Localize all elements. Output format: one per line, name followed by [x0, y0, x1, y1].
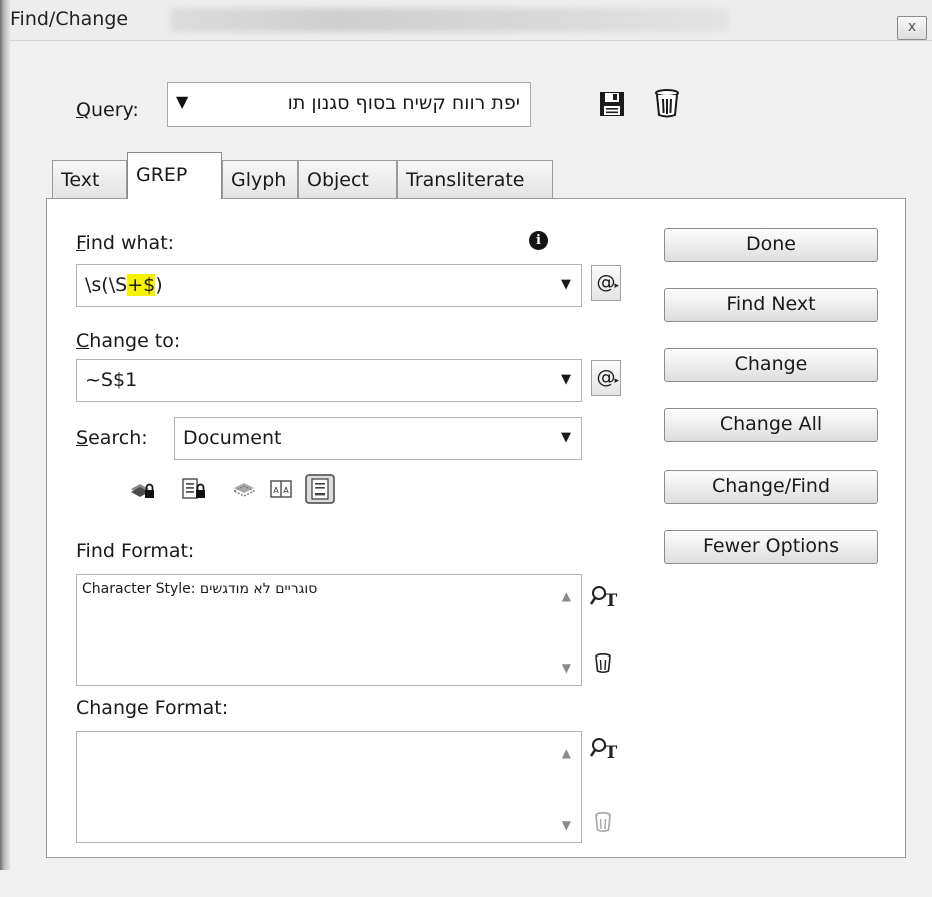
query-label-text: uery: [90, 99, 139, 121]
query-label-accel: Q [76, 99, 91, 121]
scroll-up-arrow[interactable]: ▲ [562, 746, 571, 760]
change-special-characters-button[interactable]: @ [591, 360, 621, 397]
find-what-label-text: ind what: [85, 232, 175, 254]
change-button[interactable]: Change [664, 348, 878, 382]
change-to-label: Change to: [76, 330, 180, 352]
delete-query-icon[interactable] [654, 88, 680, 118]
specify-change-format-icon[interactable]: T [590, 736, 620, 762]
chevron-down-icon[interactable]: ▼ [561, 277, 571, 292]
chevron-down-icon[interactable]: ▼ [561, 430, 571, 445]
query-label: Query: [76, 99, 139, 121]
change-to-input[interactable]: ~S$1 ▼ [76, 359, 582, 402]
svg-text:A: A [273, 486, 279, 495]
find-next-button[interactable]: Find Next [664, 288, 878, 322]
find-what-label: Find what: [76, 232, 174, 254]
find-what-label-accel: F [76, 232, 86, 254]
search-value: Document [183, 427, 282, 449]
scroll-down-arrow[interactable]: ▼ [562, 661, 571, 675]
query-value: יפת רווח קשיח בסוף סגנון תו [287, 92, 520, 114]
search-label-accel: S [76, 427, 89, 449]
fewer-options-button[interactable]: Fewer Options [664, 530, 878, 564]
find-format-box: Character Style: סוגריים לא מודגשים ▲ ▼ [76, 574, 582, 686]
tab-glyph[interactable]: Glyph [222, 160, 298, 198]
include-master-pages-icon[interactable]: A A [268, 476, 294, 502]
search-label-text: earch: [88, 427, 148, 449]
find-format-label: Find Format: [76, 540, 195, 562]
clear-change-format-icon [595, 811, 611, 833]
scroll-down-arrow[interactable]: ▼ [562, 818, 571, 832]
change-to-label-accel: C [76, 330, 90, 352]
tab-object[interactable]: Object [298, 160, 397, 198]
find-what-value-pre: \s(\S [85, 274, 128, 296]
done-button[interactable]: Done [664, 228, 878, 262]
scroll-up-arrow[interactable]: ▲ [562, 589, 571, 603]
window-edge-shadow [0, 0, 10, 897]
include-hidden-layers-icon[interactable] [232, 476, 258, 502]
title-bar-background [170, 8, 730, 32]
dialog-bottom-edge [0, 870, 932, 897]
specify-find-format-icon[interactable]: T [590, 584, 620, 610]
find-special-characters-button[interactable]: @ [591, 265, 621, 302]
svg-text:A: A [283, 486, 289, 495]
include-footnotes-icon[interactable] [305, 474, 335, 504]
change-find-button[interactable]: Change/Find [664, 470, 878, 504]
search-select[interactable]: Document ▼ [174, 417, 582, 460]
change-format-box: ▲ ▼ [76, 731, 582, 843]
info-icon[interactable]: i [529, 231, 548, 250]
save-query-icon[interactable] [598, 90, 626, 118]
tab-grep[interactable]: GREP [127, 152, 222, 199]
include-locked-layers-icon[interactable] [130, 476, 156, 502]
clear-find-format-icon[interactable] [594, 652, 612, 674]
find-what-value-highlight: +$ [127, 274, 156, 296]
tab-text[interactable]: Text [52, 160, 127, 198]
change-format-label: Change Format: [76, 697, 229, 719]
find-what-input[interactable]: \s(\S+$) ▼ [76, 264, 582, 307]
query-select[interactable]: ▼ יפת רווח קשיח בסוף סגנון תו [167, 82, 531, 127]
close-button[interactable]: x [897, 16, 927, 40]
window-title: Find/Change [10, 8, 129, 30]
chevron-down-icon: ▼ [176, 92, 189, 111]
change-all-button[interactable]: Change All [664, 408, 878, 442]
chevron-down-icon[interactable]: ▼ [561, 372, 571, 387]
svg-text:T: T [605, 591, 618, 610]
tab-transliterate[interactable]: Transliterate [397, 160, 553, 198]
svg-text:T: T [605, 743, 618, 762]
change-to-value: ~S$1 [85, 369, 138, 391]
find-what-value-post: ) [155, 274, 163, 296]
find-format-value: Character Style: סוגריים לא מודגשים [82, 581, 318, 597]
change-to-label-text: hange to: [89, 330, 181, 352]
include-locked-stories-icon[interactable] [181, 476, 207, 502]
search-label: Search: [76, 427, 148, 449]
